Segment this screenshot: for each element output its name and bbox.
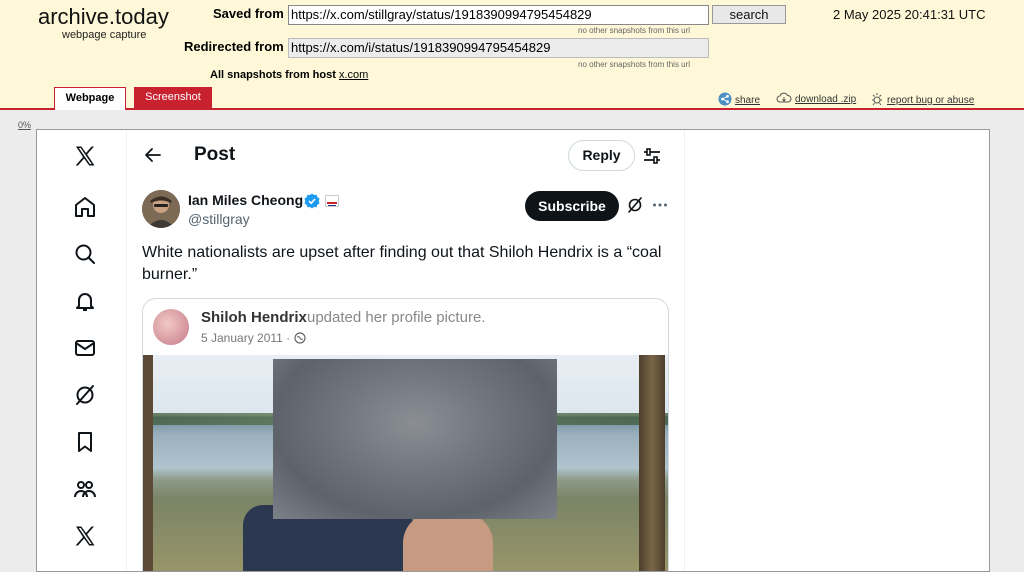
home-icon[interactable]: [73, 195, 97, 219]
notifications-icon[interactable]: [73, 289, 97, 313]
explore-icon[interactable]: [73, 242, 97, 266]
embedded-date-line: 5 January 2011 ·: [201, 331, 306, 347]
redirected-from-label: Redirected from: [184, 39, 284, 54]
post-column: Post Reply Ian Miles Cheong @stillgray S…: [127, 130, 685, 571]
back-arrow-icon[interactable]: [143, 145, 163, 165]
verified-badge-icon: [304, 193, 320, 209]
filter-icon[interactable]: [641, 145, 663, 167]
author-handle[interactable]: @stillgray: [188, 211, 250, 227]
bookmarks-icon[interactable]: [73, 430, 97, 454]
bug-icon: [870, 92, 884, 109]
host-link[interactable]: x.com: [339, 69, 368, 81]
redirected-from-url-input[interactable]: https://x.com/i/status/19183909947954548…: [288, 38, 709, 58]
download-label: download .zip: [795, 94, 857, 105]
embedded-date: 5 January 2011 ·: [201, 331, 294, 345]
x-logo-icon[interactable]: [73, 144, 97, 168]
no-other-snapshots-note-2: no other snapshots from this url: [578, 60, 691, 69]
tab-screenshot[interactable]: Screenshot: [134, 87, 212, 110]
saved-from-url-input[interactable]: https://x.com/stillgray/status/191839099…: [288, 5, 709, 25]
embedded-photo: [143, 355, 668, 571]
premium-icon[interactable]: [73, 524, 97, 548]
globe-icon: [293, 332, 306, 347]
share-label: share: [735, 95, 761, 106]
author-name[interactable]: Ian Miles Cheong: [188, 192, 303, 208]
communities-icon[interactable]: [73, 477, 97, 501]
tweet-text: White nationalists are upset after findi…: [142, 244, 662, 283]
share-link[interactable]: share: [718, 92, 760, 109]
tweet-media[interactable]: Shiloh Hendrix updated her profile pictu…: [142, 298, 669, 571]
archive-logo[interactable]: archive.today: [38, 4, 169, 30]
snapshot-datetime: 2 May 2025 20:41:31 UTC: [833, 7, 986, 22]
report-bug-link[interactable]: report bug or abuse: [870, 92, 974, 109]
right-sidebar: [685, 130, 989, 571]
embedded-avatar: [151, 307, 191, 347]
tab-webpage[interactable]: Webpage: [54, 87, 126, 110]
captured-page: Post Reply Ian Miles Cheong @stillgray S…: [36, 129, 990, 572]
share-icon: [718, 92, 732, 109]
more-nav-icon[interactable]: [73, 568, 97, 571]
subscribe-button[interactable]: Subscribe: [525, 191, 619, 221]
more-options-icon[interactable]: [651, 196, 669, 214]
embedded-name: Shiloh Hendrix: [201, 309, 307, 326]
page-title: Post: [194, 144, 236, 165]
affiliate-badge-icon: [325, 195, 339, 207]
saved-from-label: Saved from: [213, 6, 284, 21]
messages-icon[interactable]: [73, 336, 97, 360]
x-left-nav: [37, 130, 127, 571]
zoom-level[interactable]: 0%: [18, 120, 31, 130]
grok-icon[interactable]: [73, 383, 97, 407]
archive-header: archive.today webpage capture Saved from…: [0, 0, 1024, 110]
download-cloud-icon: [776, 92, 792, 107]
author-avatar[interactable]: [142, 190, 180, 228]
blurred-region: [273, 359, 557, 519]
grok-explain-icon[interactable]: [626, 196, 644, 214]
all-snapshots-line: All snapshots from host x.com: [210, 69, 368, 81]
download-zip-link[interactable]: download .zip: [776, 92, 856, 107]
report-label: report bug or abuse: [887, 95, 975, 106]
reply-button[interactable]: Reply: [568, 140, 635, 171]
search-button[interactable]: search: [712, 5, 786, 24]
no-other-snapshots-note: no other snapshots from this url: [578, 26, 691, 35]
embedded-action: updated her profile picture.: [307, 309, 486, 326]
archive-logo-subtitle: webpage capture: [62, 29, 147, 41]
all-snapshots-label: All snapshots from host: [210, 69, 336, 81]
